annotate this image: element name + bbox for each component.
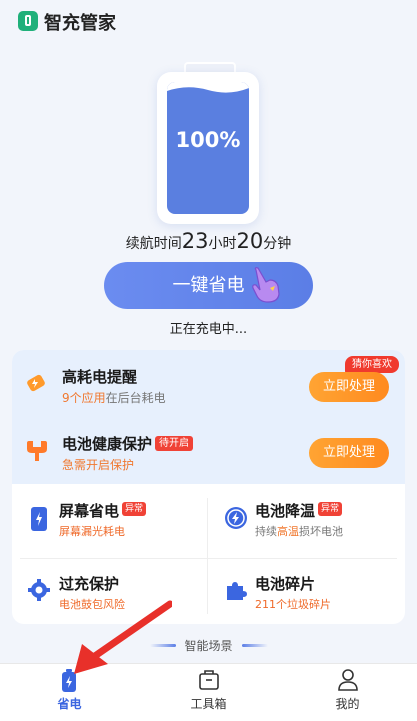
battery-cool-sub: 持续高温损坏电池 <box>255 523 343 539</box>
battery-health-sub: 急需开启保护 <box>62 456 134 473</box>
handle-health-button[interactable]: 立即处理 <box>309 438 389 468</box>
charging-status: 正在充电中... <box>169 322 248 337</box>
app-header: 智充管家 <box>0 0 417 44</box>
endurance-hours: 23 <box>181 229 209 253</box>
high-drain-title: 高耗电提醒 <box>62 368 138 386</box>
high-drain-count: 9个应用 <box>62 391 106 405</box>
wrench-icon <box>27 441 47 461</box>
pending-tag: 待开启 <box>155 436 193 451</box>
toolbox-icon <box>199 670 219 690</box>
screen-save-tag: 异常 <box>122 502 147 516</box>
endurance-text: 续航时间23小时20分钟 <box>0 229 417 253</box>
nav-label-toolbox: 工具箱 <box>190 697 227 711</box>
high-drain-sub: 9个应用在后台耗电 <box>62 389 166 406</box>
pointing-hand-icon <box>252 267 280 303</box>
battery-drain-icon <box>27 374 45 392</box>
overcharge-title: 过充保护 <box>59 575 120 593</box>
red-arrow-annotation <box>74 600 172 674</box>
phone-icon <box>31 507 47 531</box>
grid-screen-save[interactable]: 屏幕省电 异常 屏幕漏光耗电 <box>12 484 207 558</box>
high-drain-desc: 在后台耗电 <box>105 391 166 405</box>
grid-battery-fragments[interactable]: 电池碎片 211个垃圾碎片 <box>208 559 405 624</box>
gear-icon <box>28 579 50 601</box>
battery-cool-sub-suffix: 损坏电池 <box>299 525 343 538</box>
screen-save-sub: 屏幕漏光耗电 <box>59 525 125 538</box>
battery-health-warning: 急需开启保护 <box>62 458 135 472</box>
nav-label-save-power: 省电 <box>57 697 82 711</box>
screen-save-title: 屏幕省电 <box>59 502 120 520</box>
fragments-sub: 211个垃圾碎片 <box>255 598 331 611</box>
person-icon <box>338 669 358 691</box>
handle-drain-button[interactable]: 立即处理 <box>309 372 389 402</box>
nav-item-mine[interactable]: 我的 <box>278 664 417 721</box>
scene-line-right <box>242 644 268 647</box>
fragments-title: 电池碎片 <box>255 575 316 593</box>
feature-card: 猜你喜欢 高耗电提醒 9个应用在后台耗电 立即处理 电池健康保护 待开启 急需开… <box>12 350 405 624</box>
grid-battery-cool[interactable]: 电池降温 异常 持续高温损坏电池 <box>208 484 405 558</box>
one-key-label: 一键省电 <box>172 275 245 296</box>
guess-tag: 猜你喜欢 <box>345 356 399 373</box>
endurance-label: 续航时间 <box>125 236 182 252</box>
endurance-minutes: 20 <box>236 229 264 253</box>
app-title: 智充管家 <box>44 13 116 34</box>
battery-cool-tag: 异常 <box>318 502 343 516</box>
battery-percent: 100% <box>175 128 241 152</box>
minutes-unit: 分钟 <box>263 236 292 252</box>
app-logo-icon <box>18 11 38 31</box>
battery-health-title: 电池健康保护 <box>62 435 153 453</box>
nav-label-mine: 我的 <box>335 697 360 711</box>
battery-cool-sub-highlight: 高温 <box>277 525 299 538</box>
battery-wave <box>167 82 249 93</box>
puzzle-icon <box>227 582 247 600</box>
bolt-circle-icon <box>225 507 247 529</box>
battery-cool-sub-prefix: 持续 <box>255 525 277 538</box>
hours-unit: 小时 <box>208 236 237 252</box>
battery-cool-title: 电池降温 <box>255 502 316 520</box>
